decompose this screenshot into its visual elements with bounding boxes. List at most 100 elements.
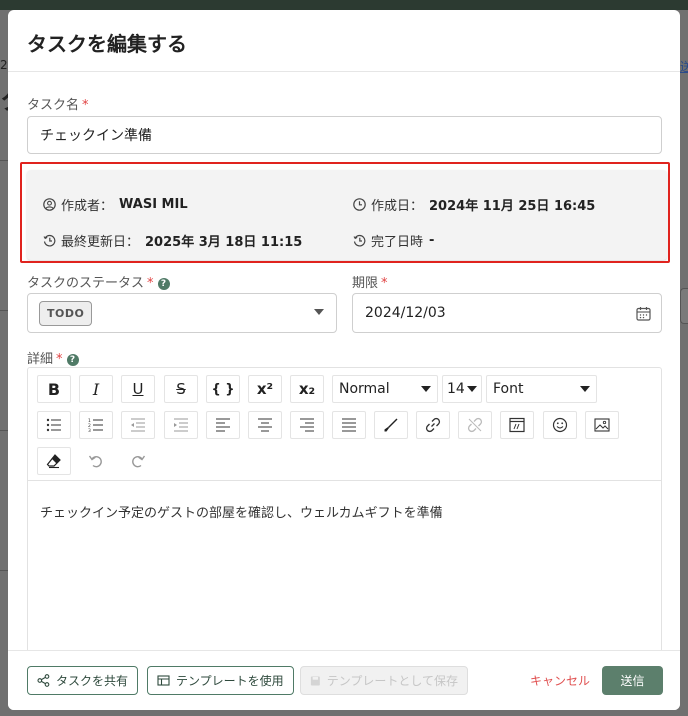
align-right-icon	[300, 418, 314, 432]
cancel-button[interactable]: キャンセル	[530, 672, 590, 689]
details-label-text: 詳細	[27, 352, 54, 367]
strikethrough-button[interactable]: S	[164, 375, 198, 403]
rich-text-editor: B I U S { } x² x₂ Normal 14 Font 123 チェッ…	[27, 367, 662, 657]
outdent-icon	[131, 418, 145, 432]
brush-icon	[384, 418, 398, 432]
help-icon[interactable]: ?	[157, 278, 170, 290]
numbered-list-button[interactable]: 123	[79, 411, 113, 439]
code-button[interactable]: { }	[206, 375, 240, 403]
embed-icon	[509, 417, 525, 433]
modal-title: タスクを編集する	[27, 32, 187, 56]
font-family-select[interactable]: Font	[486, 375, 597, 403]
edit-task-modal: タスクを編集する タスク名 * チェックイン準備 作成者： WASI MIL 作成…	[8, 10, 680, 710]
underline-button[interactable]: U	[121, 375, 155, 403]
background-divider	[0, 570, 8, 571]
align-center-icon	[258, 418, 272, 432]
background-button	[680, 288, 688, 324]
calendar-icon[interactable]	[636, 306, 651, 321]
task-name-label-text: タスク名	[27, 98, 80, 113]
undo-icon	[88, 455, 102, 468]
image-icon	[594, 418, 610, 432]
bullet-list-button[interactable]	[37, 411, 71, 439]
align-center-button[interactable]	[248, 411, 282, 439]
background-link: 送	[680, 60, 688, 74]
save-as-template-label: テンプレートとして保存	[326, 674, 458, 688]
status-label: タスクのステータス *?	[27, 272, 170, 291]
eraser-icon	[46, 454, 61, 469]
deadline-input[interactable]: 2024/12/03	[352, 293, 662, 333]
align-left-icon	[216, 418, 230, 432]
bold-button[interactable]: B	[37, 375, 71, 403]
align-right-button[interactable]	[290, 411, 324, 439]
align-justify-button[interactable]	[332, 411, 366, 439]
deadline-value: 2024/12/03	[365, 305, 446, 321]
indent-icon	[174, 418, 188, 432]
save-icon	[310, 676, 320, 685]
background-topbar	[0, 0, 688, 10]
caret-down-icon	[421, 386, 431, 392]
task-name-input[interactable]: チェックイン準備	[27, 116, 662, 154]
bullet-list-icon	[46, 418, 61, 432]
subscript-button[interactable]: x₂	[290, 375, 324, 403]
help-icon[interactable]: ?	[66, 354, 79, 366]
superscript-button[interactable]: x²	[248, 375, 282, 403]
editor-content[interactable]: チェックイン予定のゲストの部屋を確認し、ウェルカムギフトを準備	[40, 502, 443, 521]
required-mark: *	[381, 276, 388, 291]
font-size-value: 14	[447, 381, 465, 397]
indent-button[interactable]	[164, 411, 198, 439]
use-template-button[interactable]: テンプレートを使用	[147, 666, 294, 695]
redo-button[interactable]	[121, 447, 155, 475]
caret-down-icon	[580, 386, 590, 392]
status-select[interactable]: TODO	[27, 293, 337, 333]
send-button[interactable]: 送信	[602, 666, 663, 695]
redo-icon	[132, 455, 146, 468]
align-left-button[interactable]	[206, 411, 240, 439]
font-family-value: Font	[493, 381, 524, 397]
share-icon	[37, 674, 50, 687]
modal-header: タスクを編集する	[8, 10, 680, 72]
heading-select-value: Normal	[339, 381, 390, 397]
svg-text:3: 3	[88, 428, 91, 432]
font-size-select[interactable]: 14	[442, 375, 482, 403]
clear-format-button[interactable]	[37, 447, 71, 475]
use-template-label: テンプレートを使用	[176, 674, 284, 688]
text-color-button[interactable]	[374, 411, 408, 439]
share-task-button[interactable]: タスクを共有	[27, 666, 139, 695]
italic-button[interactable]: I	[79, 375, 113, 403]
undo-button[interactable]	[79, 447, 113, 475]
embed-button[interactable]	[500, 411, 534, 439]
status-label-text: タスクのステータス	[27, 276, 145, 291]
background-divider	[0, 430, 8, 431]
background-divider	[0, 160, 8, 161]
modal-footer: タスクを共有 テンプレートを使用 テンプレートとして保存 キャンセル 送信	[8, 650, 680, 710]
template-icon	[157, 675, 170, 686]
emoji-button[interactable]	[543, 411, 577, 439]
link-button[interactable]	[416, 411, 450, 439]
background-divider	[0, 310, 8, 311]
required-mark: *	[147, 276, 154, 291]
highlight-frame	[20, 162, 670, 263]
link-icon	[425, 417, 441, 433]
outdent-button[interactable]	[121, 411, 155, 439]
dropdown-arrow-icon	[314, 309, 324, 315]
task-name-value: チェックイン準備	[40, 128, 152, 144]
task-name-label: タスク名 *	[27, 94, 89, 113]
smiley-icon	[552, 417, 568, 433]
heading-select[interactable]: Normal	[332, 375, 438, 403]
save-as-template-button[interactable]: テンプレートとして保存	[300, 666, 468, 695]
unlink-button[interactable]	[458, 411, 492, 439]
share-task-label: タスクを共有	[56, 674, 129, 688]
details-label: 詳細 *?	[27, 348, 79, 367]
background-fragment: 2	[0, 58, 8, 72]
image-button[interactable]	[585, 411, 619, 439]
status-chip: TODO	[39, 300, 93, 326]
required-mark: *	[82, 98, 89, 113]
numbered-list-icon: 123	[88, 418, 103, 432]
required-mark: *	[56, 352, 63, 367]
unlink-icon	[467, 417, 483, 433]
deadline-label: 期限 *	[352, 272, 388, 291]
caret-down-icon	[467, 386, 477, 392]
editor-toolbar: B I U S { } x² x₂ Normal 14 Font 123	[28, 368, 661, 481]
align-justify-icon	[342, 418, 356, 432]
deadline-label-text: 期限	[352, 276, 379, 291]
